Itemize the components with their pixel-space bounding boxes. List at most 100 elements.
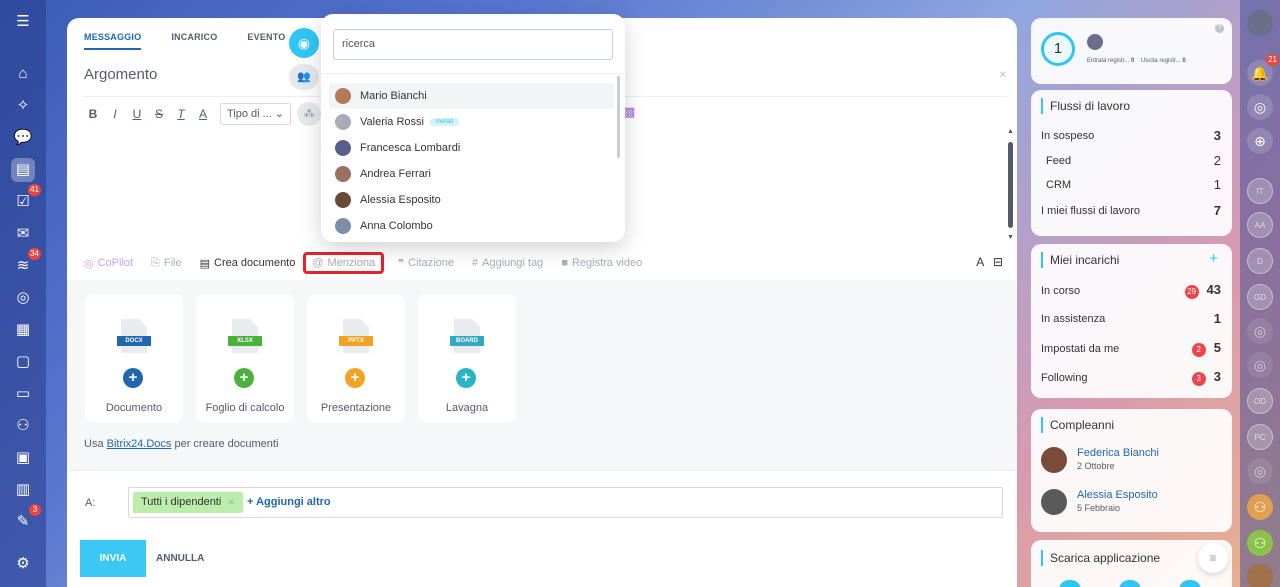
copilot-chat-icon[interactable]: ◎ <box>1247 94 1273 120</box>
panel-icon[interactable]: ⊟ <box>993 255 1003 269</box>
tasks-icon[interactable]: ☑ 41 <box>11 184 41 214</box>
add-task-button[interactable]: + <box>1209 250 1218 267</box>
settings-icon[interactable]: ⚙ <box>11 552 35 576</box>
plus-icon[interactable]: + <box>345 368 365 388</box>
create-doc-card[interactable]: DOCX + Documento <box>85 294 183 422</box>
workflow-row[interactable]: I miei flussi di lavoro 7 <box>1041 203 1221 218</box>
chat-avatar[interactable]: AA <box>1247 212 1273 238</box>
chat-avatar[interactable]: IT <box>1247 178 1273 204</box>
chat-avatar[interactable]: D <box>1247 248 1273 274</box>
search-chat-icon[interactable]: ⊕ <box>1247 128 1273 154</box>
booking-icon[interactable]: ▥ <box>11 478 35 502</box>
mention-button[interactable]: @ Menziona <box>303 252 385 274</box>
create-doc-button[interactable]: ▤ Crea documento <box>200 257 296 270</box>
task-row[interactable]: Following 3 3 <box>1041 369 1221 386</box>
chat-icon[interactable]: 💬 <box>11 126 35 150</box>
workflow-row[interactable]: In sospeso 3 <box>1041 128 1221 143</box>
group-chat-icon[interactable]: ⚇ <box>1247 494 1273 520</box>
bold-button[interactable]: B <box>82 107 104 121</box>
close-icon[interactable]: ✕ <box>999 70 1007 81</box>
store-icon[interactable]: ▭ <box>11 382 35 406</box>
cancel-button[interactable]: ANNULLA <box>156 540 204 577</box>
strikethrough-button[interactable]: S <box>148 107 170 121</box>
user-avatar[interactable] <box>1247 564 1273 587</box>
quote-button[interactable]: ❞ Citazione <box>398 257 454 270</box>
tab-event[interactable]: EVENTO <box>247 32 285 50</box>
more-format-button[interactable]: ⁂ <box>297 102 322 126</box>
remove-recipient-icon[interactable]: ✕ <box>227 497 235 507</box>
birthday-item[interactable]: Federica Bianchi 2 Ottobre <box>1041 447 1159 473</box>
mention-person-item[interactable]: Anna Colombo <box>329 213 614 239</box>
google-play-icon[interactable] <box>1119 580 1141 587</box>
scroll-down-icon[interactable]: ▼ <box>1007 234 1014 241</box>
sites-icon[interactable]: ◎ <box>11 286 35 310</box>
desktop-app-icon[interactable] <box>1179 580 1201 587</box>
task-row[interactable]: Impostati da me 2 5 <box>1041 340 1221 357</box>
tab-task[interactable]: INCARICO <box>171 32 217 50</box>
create-doc-card[interactable]: PPTX + Presentazione <box>307 294 405 422</box>
boards-icon[interactable]: ▣ <box>11 446 35 470</box>
recipients-field[interactable]: Tutti i dipendenti ✕ + Aggiungi altro <box>128 487 1003 518</box>
mention-person-item[interactable]: Valeria Rossi Invitati <box>329 109 614 135</box>
task-row[interactable]: In corso 29 43 <box>1041 282 1221 299</box>
employees-icon[interactable]: ⚇ <box>11 414 35 438</box>
user-avatar[interactable] <box>1247 10 1273 36</box>
chat-avatar[interactable]: GD <box>1247 284 1273 310</box>
workflow-row[interactable]: Feed 2 <box>1041 153 1221 168</box>
add-more-link[interactable]: + Aggiungi altro <box>247 496 331 508</box>
group-chat-icon[interactable]: ⚇ <box>1247 530 1273 556</box>
copilot-chat-icon[interactable]: ◎ <box>1247 352 1273 378</box>
create-doc-card[interactable]: BOARD + Lavagna <box>418 294 516 422</box>
text-color-button[interactable]: A <box>192 107 214 121</box>
mail-icon[interactable]: ✉ <box>11 222 35 246</box>
list-icon[interactable]: ≡ <box>1198 543 1228 573</box>
italic-button[interactable]: I <box>104 107 126 121</box>
help-icon[interactable]: ? <box>1215 24 1224 33</box>
recipient-chip[interactable]: Tutti i dipendenti ✕ <box>133 492 243 513</box>
menu-icon[interactable]: ☰ <box>11 10 35 34</box>
create-doc-card[interactable]: XLSX + Foglio di calcolo <box>196 294 294 422</box>
copilot-button[interactable]: ◎ CoPilot <box>84 257 133 270</box>
workflow-row[interactable]: CRM 1 <box>1041 177 1221 192</box>
send-button[interactable]: INVIA <box>80 540 146 577</box>
chat-avatar[interactable]: PC <box>1247 424 1273 450</box>
tag-button[interactable]: # Aggiungi tag <box>472 257 543 269</box>
subject-users-button[interactable]: 👥 <box>289 64 319 90</box>
copilot-chat-icon[interactable]: ◎ <box>1247 318 1273 344</box>
plus-icon[interactable]: + <box>456 368 476 388</box>
subject-field[interactable]: Argomento <box>84 66 157 83</box>
clear-format-button[interactable]: T <box>170 107 192 121</box>
more-tabs-button[interactable]: ◉ <box>289 28 319 58</box>
notifications-icon[interactable]: 🔔 21 <box>1247 54 1279 86</box>
docs-icon[interactable]: ▢ <box>11 350 35 374</box>
scroll-up-icon[interactable]: ▲ <box>1007 128 1014 135</box>
chat-avatar[interactable]: OD <box>1247 388 1273 414</box>
bitrix-docs-link[interactable]: Bitrix24.Docs <box>107 438 172 450</box>
format-select[interactable]: Tipo di ... ⌄ <box>220 103 292 125</box>
mention-person-item[interactable]: Francesca Lombardi <box>329 135 614 161</box>
app-store-icon[interactable] <box>1059 580 1081 587</box>
file-button[interactable]: ⎘ File <box>151 257 182 270</box>
birthday-item[interactable]: Alessia Esposito 5 Febbraio <box>1041 489 1158 515</box>
crm-icon[interactable]: ≋ 34 <box>11 248 41 278</box>
copilot-chat-icon[interactable]: ◎ <box>1247 458 1273 484</box>
feed-icon[interactable]: ▤ <box>11 158 35 182</box>
calendar-icon[interactable]: ▦ <box>11 318 35 342</box>
tab-message[interactable]: MESSAGGIO <box>84 32 142 50</box>
mention-person-item[interactable]: Andrea Ferrari <box>329 161 614 187</box>
home-icon[interactable]: ⌂ <box>11 62 35 86</box>
mention-person-item[interactable]: Mario Bianchi <box>329 83 614 109</box>
editor-scrollbar[interactable] <box>1008 142 1013 228</box>
plus-icon[interactable]: + <box>234 368 254 388</box>
mention-search-input[interactable]: ricerca <box>333 29 613 60</box>
plus-icon[interactable]: + <box>123 368 143 388</box>
task-row[interactable]: In assistenza 1 <box>1041 311 1221 326</box>
stats-count[interactable]: 1 <box>1041 32 1075 66</box>
font-icon[interactable]: A <box>976 255 983 269</box>
record-video-button[interactable]: ■ Registra video <box>561 257 642 269</box>
mention-list-scrollbar[interactable] <box>617 76 620 158</box>
mention-person-item[interactable]: Alessia Esposito <box>329 187 614 213</box>
workflows-icon[interactable]: ✎ 3 <box>11 504 41 534</box>
underline-button[interactable]: U <box>126 107 148 121</box>
copilot-icon[interactable]: ✧ <box>11 94 35 118</box>
